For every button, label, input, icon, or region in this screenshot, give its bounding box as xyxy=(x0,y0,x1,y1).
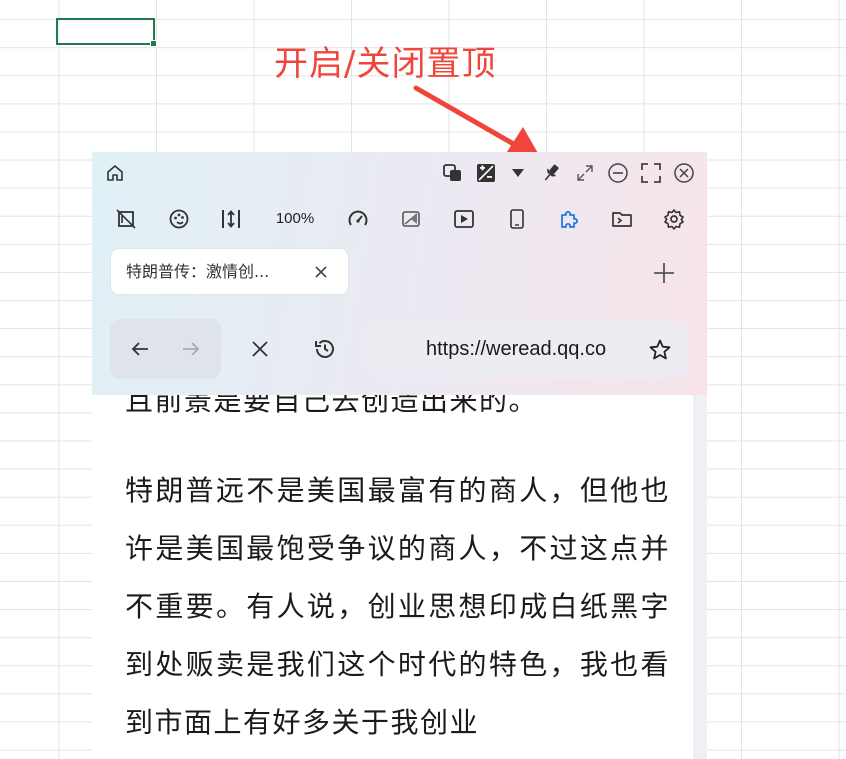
book-paragraph: 特朗普远不是美国最富有的商人，但他也许是美国最饱受争议的商人，不过这点并不重要。… xyxy=(125,474,670,739)
dropdown-triangle-icon[interactable] xyxy=(508,163,528,183)
settings-gear-icon[interactable] xyxy=(662,207,686,231)
tab-current[interactable]: 特朗普传：激情创... xyxy=(111,249,348,294)
scrollbar-track[interactable] xyxy=(693,395,707,759)
minimize-icon[interactable] xyxy=(606,161,630,185)
browser-chrome: 100% 特朗普传：激情创... https://weread.qq.co xyxy=(92,152,707,396)
floating-browser-window: 100% 特朗普传：激情创... https://weread.qq.co 且前… xyxy=(92,152,707,759)
fullscreen-icon[interactable] xyxy=(639,161,663,185)
expand-icon[interactable] xyxy=(573,161,597,185)
tab-close-icon[interactable] xyxy=(309,260,333,284)
forward-arrow-icon[interactable] xyxy=(178,336,204,362)
reader-content[interactable]: 且前景是要自己去创造出来的。 特朗普远不是美国最富有的商人，但他也许是美国最饱受… xyxy=(92,395,707,759)
palette-icon[interactable] xyxy=(167,207,191,231)
multi-window-icon[interactable] xyxy=(441,161,465,185)
brightness-slash-icon[interactable] xyxy=(399,207,423,231)
new-tab-plus-icon[interactable] xyxy=(650,259,678,287)
pin-icon[interactable] xyxy=(539,161,563,185)
tab-title: 特朗普传：激情创... xyxy=(126,262,270,281)
mobile-phone-icon[interactable] xyxy=(505,207,529,231)
console-folder-icon[interactable] xyxy=(610,207,634,231)
image-adjust-icon[interactable] xyxy=(474,161,498,185)
no-image-icon[interactable] xyxy=(114,207,138,231)
bookmark-star-icon[interactable] xyxy=(647,337,673,363)
home-icon[interactable] xyxy=(103,161,127,185)
address-bar[interactable]: https://weread.qq.co xyxy=(366,321,689,378)
partial-text-line: 且前景是要自己去创造出来的。 xyxy=(125,395,539,417)
history-icon[interactable] xyxy=(312,336,338,362)
zoom-level[interactable]: 100% xyxy=(270,208,320,230)
text-height-icon[interactable] xyxy=(219,207,243,231)
play-video-icon[interactable] xyxy=(452,207,476,231)
back-arrow-icon[interactable] xyxy=(127,336,153,362)
extension-puzzle-icon[interactable] xyxy=(557,207,581,231)
close-window-icon[interactable] xyxy=(672,161,696,185)
stop-loading-icon[interactable] xyxy=(247,336,273,362)
speedometer-icon[interactable] xyxy=(346,207,370,231)
address-bar-url[interactable]: https://weread.qq.co xyxy=(426,321,631,378)
